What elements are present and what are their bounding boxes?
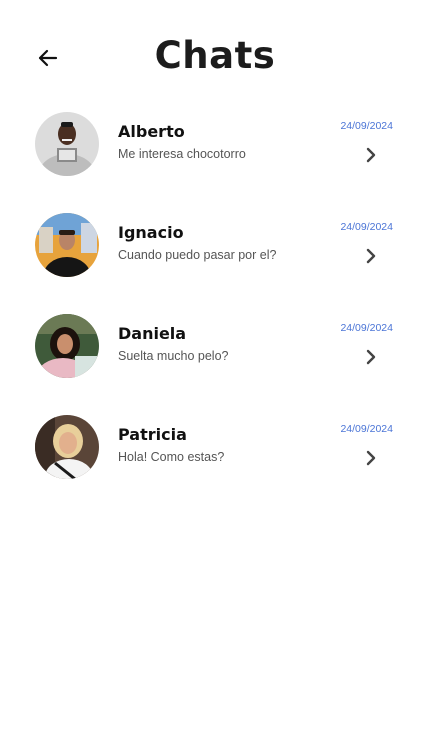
chat-last-message: Cuando puedo pasar por el?	[118, 248, 277, 262]
chat-list: Alberto Me interesa chocotorro 24/09/202…	[0, 110, 422, 514]
page-title: Chats	[154, 34, 276, 77]
chevron-right-icon[interactable]	[364, 449, 378, 467]
chat-date: 24/09/2024	[340, 423, 393, 435]
chat-item-patricia[interactable]: Patricia Hola! Como estas? 24/09/2024	[0, 413, 422, 514]
chevron-right-icon[interactable]	[364, 146, 378, 164]
chat-name: Alberto	[118, 122, 185, 141]
chevron-right-icon[interactable]	[364, 247, 378, 265]
chat-name: Daniela	[118, 324, 187, 343]
chat-name: Ignacio	[118, 223, 184, 242]
chat-last-message: Hola! Como estas?	[118, 450, 225, 464]
chat-last-message: Me interesa chocotorro	[118, 147, 246, 161]
avatar	[35, 112, 99, 176]
chat-date: 24/09/2024	[340, 221, 393, 233]
chevron-right-icon[interactable]	[364, 348, 378, 366]
chat-item-daniela[interactable]: Daniela Suelta mucho pelo? 24/09/2024	[0, 312, 422, 413]
chat-date: 24/09/2024	[340, 120, 393, 132]
avatar	[35, 213, 99, 277]
chat-last-message: Suelta mucho pelo?	[118, 349, 229, 363]
header: Chats	[0, 28, 422, 84]
chat-date: 24/09/2024	[340, 322, 393, 334]
avatar	[35, 415, 99, 479]
chat-item-alberto[interactable]: Alberto Me interesa chocotorro 24/09/202…	[0, 110, 422, 211]
avatar	[35, 314, 99, 378]
chat-item-ignacio[interactable]: Ignacio Cuando puedo pasar por el? 24/09…	[0, 211, 422, 312]
chat-name: Patricia	[118, 425, 187, 444]
